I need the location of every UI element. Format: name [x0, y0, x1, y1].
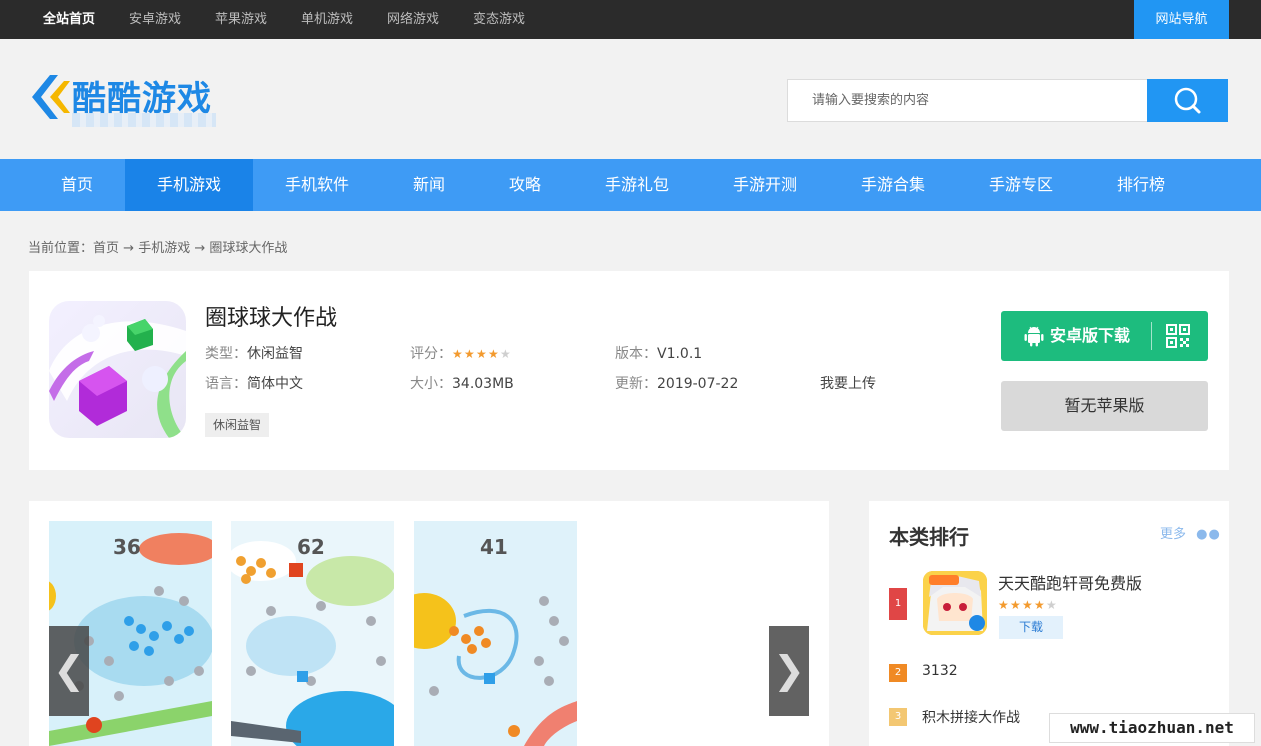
top-link-android[interactable]: 安卓游戏: [129, 0, 181, 39]
android-download-label: 安卓版下载: [1050, 326, 1131, 345]
screenshot-3[interactable]: 41: [414, 521, 577, 746]
category-ranking: 本类排行 更多 ●● 1 天天酷跑轩哥免费版 ★★★★★ 下载 2 3132 3…: [869, 501, 1229, 746]
star-filled-icon: ★: [452, 347, 463, 361]
android-icon: [1024, 326, 1044, 347]
top-bar: 全站首页 安卓游戏 苹果游戏 单机游戏 网络游戏 变态游戏: [0, 0, 1261, 39]
rank-item-2-name[interactable]: 3132: [922, 663, 958, 679]
rating-label: 评分：: [410, 346, 452, 362]
star-filled-icon: ★: [476, 347, 487, 361]
nav-item-ranking[interactable]: 排行榜: [1085, 159, 1197, 211]
app-info-card: 圈球球大作战 类型：休闲益智 评分：★★★★★ 版本：V1.0.1 语言：简体中…: [29, 271, 1229, 470]
star-filled-icon: ★: [998, 598, 1009, 612]
size-label: 大小：: [410, 376, 452, 392]
screenshot-gallery: 36 62 41 ❮ ❯: [29, 501, 829, 746]
nav-item-mobile-software[interactable]: 手机软件: [253, 159, 381, 211]
app-tag[interactable]: 休闲益智: [205, 413, 270, 437]
breadcrumb-separator: →: [123, 241, 135, 256]
ios-unavailable-button[interactable]: 暂无苹果版: [1001, 381, 1208, 431]
site-watermark: www.tiaozhuan.net: [1049, 713, 1255, 743]
star-filled-icon: ★: [488, 347, 499, 361]
rank-number-1: 1: [889, 588, 907, 620]
app-type: 类型：休闲益智: [205, 343, 303, 363]
logo-chevron-icon: [32, 75, 70, 119]
update-value: 2019-07-22: [657, 376, 739, 392]
nav-item-zones[interactable]: 手游专区: [957, 159, 1085, 211]
nav-item-mobile-games[interactable]: 手机游戏: [125, 159, 253, 211]
ranking-more-link[interactable]: 更多 ●●: [1160, 523, 1221, 542]
logo-subtitle-blurred: [72, 113, 216, 127]
star-filled-icon: ★: [1034, 598, 1045, 612]
android-download-button[interactable]: 安卓版下载: [1001, 311, 1208, 361]
nav-item-guides[interactable]: 攻略: [477, 159, 573, 211]
star-empty-icon: ★: [500, 347, 511, 361]
top-link-home[interactable]: 全站首页: [43, 0, 95, 39]
top-link-ios[interactable]: 苹果游戏: [215, 0, 267, 39]
rank-number-2: 2: [889, 664, 907, 682]
star-filled-icon: ★: [1010, 598, 1021, 612]
app-title: 圈球球大作战: [205, 306, 338, 331]
nav-item-gifts[interactable]: 手游礼包: [573, 159, 701, 211]
site-nav-button[interactable]: 网站导航: [1134, 0, 1229, 42]
size-value: 34.03MB: [452, 376, 514, 392]
qrcode-icon[interactable]: [1166, 324, 1190, 348]
score-label: 36: [113, 535, 141, 559]
header: 酷酷游戏: [0, 39, 1261, 159]
search-icon: [1174, 87, 1201, 114]
version-value: V1.0.1: [657, 346, 703, 362]
site-logo[interactable]: 酷酷游戏: [28, 69, 228, 129]
rank-item-1-download-button[interactable]: 下载: [999, 616, 1063, 639]
top-link-bt[interactable]: 变态游戏: [473, 0, 525, 39]
nav-item-home[interactable]: 首页: [29, 159, 125, 211]
app-update: 更新：2019-07-22: [615, 373, 738, 393]
more-dots-icon: ●●: [1196, 527, 1221, 542]
search-button[interactable]: [1147, 79, 1228, 122]
upload-link[interactable]: 我要上传: [820, 373, 876, 393]
breadcrumb-prefix: 当前位置：: [28, 241, 94, 256]
version-label: 版本：: [615, 346, 657, 362]
breadcrumb: 当前位置：首页 → 手机游戏 → 圈球球大作战: [28, 237, 287, 256]
star-filled-icon: ★: [464, 347, 475, 361]
ranking-title: 本类排行: [889, 525, 969, 549]
screenshot-2[interactable]: 62: [231, 521, 394, 746]
breadcrumb-current: 圈球球大作战: [209, 241, 288, 256]
app-language: 语言：简体中文: [205, 373, 303, 393]
breadcrumb-category[interactable]: 手机游戏: [138, 241, 190, 256]
main-nav: 首页 手机游戏 手机软件 新闻 攻略 手游礼包 手游开测 手游合集 手游专区 排…: [0, 159, 1261, 211]
nav-item-test[interactable]: 手游开测: [701, 159, 829, 211]
breadcrumb-home[interactable]: 首页: [93, 241, 119, 256]
rank-number-3: 3: [889, 708, 907, 726]
app-size: 大小：34.03MB: [410, 373, 514, 393]
top-link-online[interactable]: 网络游戏: [387, 0, 439, 39]
app-rating: 评分：★★★★★: [410, 343, 512, 363]
type-value[interactable]: 休闲益智: [247, 346, 303, 362]
star-filled-icon: ★: [1022, 598, 1033, 612]
language-label: 语言：: [205, 376, 247, 392]
rating-stars: ★★★★★: [452, 346, 512, 362]
gallery-next-arrow-icon[interactable]: ❯: [769, 626, 809, 716]
gallery-prev-arrow-icon[interactable]: ❮: [49, 626, 89, 716]
update-label: 更新：: [615, 376, 657, 392]
type-label: 类型：: [205, 346, 247, 362]
score-label: 62: [297, 535, 325, 559]
search-input[interactable]: [788, 80, 1148, 121]
button-divider: [1151, 322, 1152, 350]
app-icon: [49, 301, 186, 438]
breadcrumb-separator: →: [194, 241, 206, 256]
star-empty-icon: ★: [1046, 598, 1057, 612]
rank-item-3-name[interactable]: 积木拼接大作战: [922, 707, 1020, 727]
nav-item-news[interactable]: 新闻: [381, 159, 477, 211]
language-value: 简体中文: [247, 376, 303, 392]
rank-item-1-name[interactable]: 天天酷跑轩哥免费版: [998, 570, 1142, 594]
top-link-single[interactable]: 单机游戏: [301, 0, 353, 39]
search-box: [787, 79, 1228, 122]
nav-item-collections[interactable]: 手游合集: [829, 159, 957, 211]
score-label: 41: [480, 535, 508, 559]
rank-item-1-stars: ★★★★★: [998, 594, 1058, 613]
app-version: 版本：V1.0.1: [615, 343, 702, 363]
more-label: 更多: [1160, 527, 1187, 542]
rank-item-1-icon[interactable]: [923, 571, 987, 635]
